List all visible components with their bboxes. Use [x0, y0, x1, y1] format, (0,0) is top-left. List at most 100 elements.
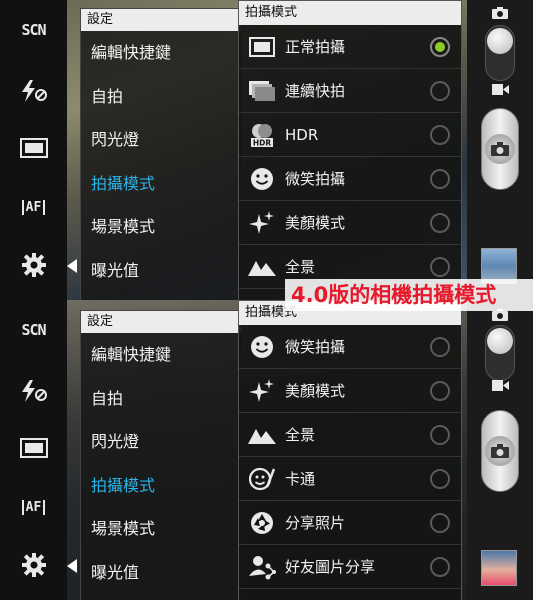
mode-label: 美顏模式 — [285, 382, 346, 400]
sparkle-icon — [249, 210, 274, 234]
left-toolbar: SCN AF — [0, 0, 67, 300]
mode-label: 美顏模式 — [285, 214, 346, 232]
mode-item-share-shot[interactable]: 分享照片 — [239, 501, 461, 545]
burst-shot-icon — [249, 80, 275, 101]
smile-icon — [251, 335, 273, 358]
cartoon-icon — [249, 467, 275, 490]
gear-icon — [21, 253, 46, 277]
settings-item-flash[interactable]: 閃光燈 — [81, 118, 241, 162]
mode-radio[interactable] — [430, 257, 450, 277]
af-icon: AF — [21, 199, 46, 215]
hdr-badge-text: HDR — [253, 138, 272, 147]
right-controls — [467, 300, 533, 600]
mode-item-normal[interactable]: 正常拍攝 — [239, 25, 461, 69]
flash-button[interactable] — [0, 371, 67, 411]
aspect-ratio-icon — [19, 438, 48, 458]
settings-item-flash[interactable]: 閃光燈 — [81, 420, 241, 464]
switch-knob — [487, 28, 513, 54]
settings-item-exposure[interactable]: 曝光值 — [81, 249, 241, 293]
menu-pointer — [67, 559, 77, 573]
mode-item-panorama[interactable]: 全景 — [239, 413, 461, 457]
gear-icon — [21, 553, 46, 577]
mode-label: 連續快拍 — [285, 82, 346, 100]
flash-off-icon — [21, 380, 47, 402]
video-icon — [492, 84, 509, 95]
mode-radio[interactable] — [430, 381, 450, 401]
mode-radio[interactable] — [430, 81, 450, 101]
mode-radio[interactable] — [430, 125, 450, 145]
mode-item-buddy-share[interactable]: 好友圖片分享 — [239, 545, 461, 589]
settings-item-scene-mode[interactable]: 場景模式 — [81, 507, 241, 551]
settings-item-edit-shortcuts[interactable]: 編輯快捷鍵 — [81, 333, 241, 377]
mode-radio[interactable] — [430, 169, 450, 189]
camera-video-switch[interactable] — [485, 325, 515, 381]
normal-shot-icon — [249, 36, 275, 57]
scn-icon: SCN — [21, 21, 46, 39]
switch-knob — [487, 328, 513, 354]
caption-banner: 4.0版的相機拍攝模式 — [285, 279, 533, 311]
panorama-icon — [248, 260, 276, 276]
mode-radio[interactable] — [430, 213, 450, 233]
mode-radio[interactable] — [430, 513, 450, 533]
aspect-ratio-icon — [19, 138, 48, 158]
scn-button[interactable]: SCN — [0, 10, 67, 50]
af-button[interactable]: AF — [0, 187, 67, 227]
mode-label: 微笑拍攝 — [285, 338, 346, 356]
mode-label: 正常拍攝 — [285, 38, 346, 56]
settings-item-scene-mode[interactable]: 場景模式 — [81, 205, 241, 249]
settings-item-self-portrait[interactable]: 自拍 — [81, 377, 241, 421]
mode-item-burst[interactable]: 連續快拍 — [239, 69, 461, 113]
shutter-camera-icon — [491, 444, 509, 458]
shutter-button[interactable] — [481, 410, 519, 492]
settings-button[interactable] — [0, 245, 67, 285]
mode-item-smile[interactable]: 微笑拍攝 — [239, 325, 461, 369]
mode-label: 分享照片 — [285, 514, 346, 532]
mode-radio[interactable] — [430, 337, 450, 357]
settings-item-edit-shortcuts[interactable]: 編輯快捷鍵 — [81, 31, 241, 75]
aspect-ratio-button[interactable] — [0, 128, 67, 168]
settings-button[interactable] — [0, 545, 67, 585]
mode-item-cartoon[interactable]: 卡通 — [239, 457, 461, 501]
camera-screen-bottom: SCN AF 設定 編輯快捷鍵 自拍 閃光燈 拍攝模式 場景模式 曝光值 拍攝模… — [0, 300, 533, 600]
mode-radio[interactable] — [430, 425, 450, 445]
mode-radio[interactable] — [430, 469, 450, 489]
settings-item-shooting-mode[interactable]: 拍攝模式 — [81, 162, 241, 206]
camera-screen-top: SCN AF 設定 編輯快捷鍵 自拍 閃光燈 拍攝模式 場景模式 曝光值 拍攝模… — [0, 0, 533, 300]
mode-radio-selected[interactable] — [430, 37, 450, 57]
mode-item-beauty[interactable]: 美顏模式 — [239, 201, 461, 245]
flash-button[interactable] — [0, 71, 67, 111]
sparkle-icon — [249, 378, 274, 402]
settings-title: 設定 — [81, 311, 241, 333]
mode-label: 全景 — [285, 426, 316, 444]
mode-label: HDR — [285, 125, 319, 144]
aspect-ratio-button[interactable] — [0, 428, 67, 468]
settings-item-self-portrait[interactable]: 自拍 — [81, 75, 241, 119]
buddy-share-icon — [249, 555, 276, 579]
scn-button[interactable]: SCN — [0, 310, 67, 350]
share-shot-icon — [251, 511, 273, 534]
mode-radio[interactable] — [430, 557, 450, 577]
settings-item-exposure[interactable]: 曝光值 — [81, 551, 241, 595]
right-controls — [467, 0, 533, 300]
shutter-button[interactable] — [481, 108, 519, 190]
shooting-mode-menu: 拍攝模式 正常拍攝 連續快拍 HDR HDR 微笑拍攝 美顏模式 全景 — [238, 0, 462, 300]
camera-video-switch[interactable] — [485, 25, 515, 81]
shooting-mode-title: 拍攝模式 — [239, 1, 461, 25]
mode-label: 卡通 — [285, 470, 316, 488]
hdr-icon: HDR — [251, 123, 273, 147]
menu-pointer — [67, 259, 77, 273]
panorama-icon — [248, 428, 276, 444]
scn-icon: SCN — [21, 321, 46, 339]
mode-item-hdr[interactable]: HDR HDR — [239, 113, 461, 157]
video-icon — [492, 380, 509, 391]
camera-icon — [492, 7, 508, 19]
mode-item-beauty[interactable]: 美顏模式 — [239, 369, 461, 413]
smile-icon — [251, 167, 273, 190]
af-button[interactable]: AF — [0, 487, 67, 527]
gallery-thumbnail[interactable] — [481, 550, 517, 586]
mode-item-smile[interactable]: 微笑拍攝 — [239, 157, 461, 201]
settings-title: 設定 — [81, 9, 241, 31]
settings-menu: 設定 編輯快捷鍵 自拍 閃光燈 拍攝模式 場景模式 曝光值 — [80, 8, 242, 300]
settings-item-shooting-mode[interactable]: 拍攝模式 — [81, 464, 241, 508]
flash-off-icon — [21, 80, 47, 102]
